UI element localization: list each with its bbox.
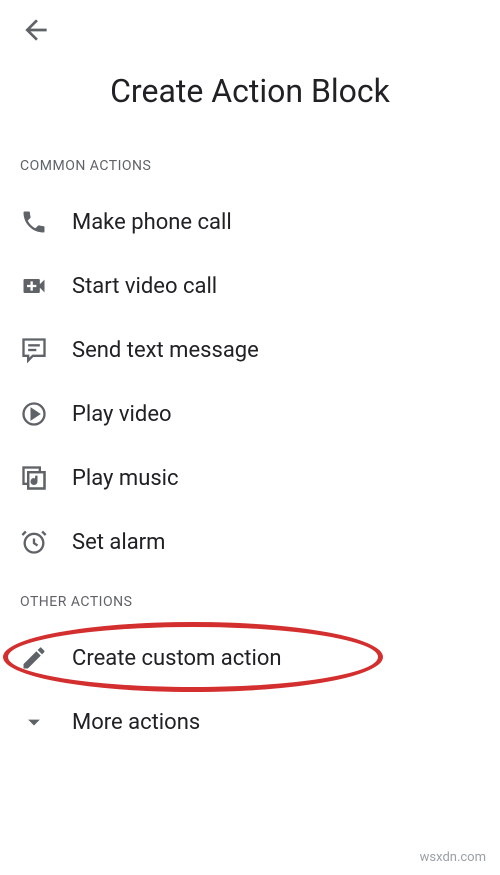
page-title: Create Action Block [20, 72, 480, 110]
message-icon [20, 336, 48, 364]
phone-icon [20, 208, 48, 236]
action-play-video[interactable]: Play video [0, 382, 500, 446]
action-label: Start video call [72, 274, 217, 299]
action-more-actions[interactable]: More actions [0, 690, 500, 754]
action-set-alarm[interactable]: Set alarm [0, 510, 500, 574]
music-icon [20, 464, 48, 492]
back-button[interactable] [20, 16, 52, 48]
alarm-icon [20, 528, 48, 556]
action-send-text-message[interactable]: Send text message [0, 318, 500, 382]
action-label: Send text message [72, 338, 259, 363]
header: Create Action Block [0, 0, 500, 110]
action-label: Make phone call [72, 210, 232, 235]
chevron-down-icon [20, 708, 48, 736]
section-common-actions-label: COMMON ACTIONS [0, 150, 500, 182]
action-label: Play music [72, 466, 179, 491]
play-video-icon [20, 400, 48, 428]
pencil-icon [20, 644, 48, 672]
action-play-music[interactable]: Play music [0, 446, 500, 510]
action-label: Set alarm [72, 530, 165, 555]
action-make-phone-call[interactable]: Make phone call [0, 190, 500, 254]
action-label: Create custom action [72, 646, 282, 671]
section-other-actions-label: OTHER ACTIONS [0, 586, 500, 618]
action-label: Play video [72, 402, 172, 427]
action-label: More actions [72, 710, 200, 735]
attribution-text: wsxdn.com [420, 850, 486, 865]
back-arrow-icon [20, 14, 52, 50]
action-create-custom-action[interactable]: Create custom action [0, 626, 500, 690]
video-call-icon [20, 272, 48, 300]
action-start-video-call[interactable]: Start video call [0, 254, 500, 318]
